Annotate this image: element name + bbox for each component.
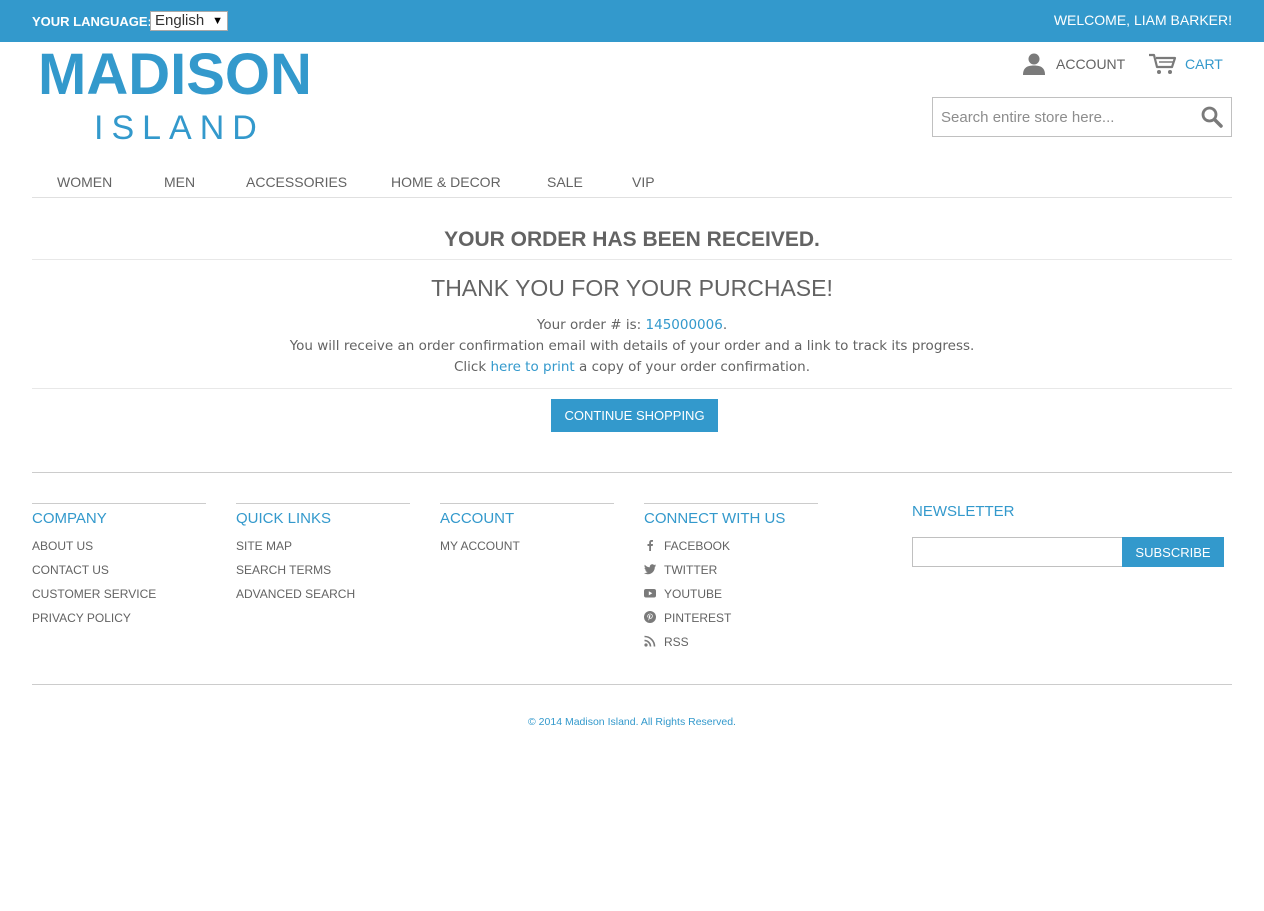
- newsletter-email-input[interactable]: [912, 537, 1123, 567]
- order-number-link[interactable]: 145000006: [646, 317, 723, 333]
- cart-label: CART: [1185, 56, 1223, 72]
- search-icon[interactable]: [1201, 106, 1223, 128]
- footer-connect-title: CONNECT WITH US: [644, 510, 786, 527]
- continue-shopping-button[interactable]: CONTINUE SHOPPING: [551, 399, 718, 432]
- footer-link-youtube[interactable]: YOUTUBE: [644, 586, 818, 610]
- facebook-icon: [647, 540, 653, 551]
- youtube-icon: [644, 589, 656, 598]
- rss-label: RSS: [664, 635, 689, 649]
- footer-link-site-map[interactable]: SITE MAP: [236, 538, 410, 562]
- divider: [32, 388, 1232, 389]
- page-title: YOUR ORDER HAS BEEN RECEIVED.: [444, 228, 820, 251]
- email-message: You will receive an order confirmation e…: [289, 338, 975, 354]
- footer-link-about-us[interactable]: ABOUT US: [32, 538, 206, 562]
- welcome-message: WELCOME, LIAM BARKER!: [1053, 12, 1232, 28]
- twitter-icon: [644, 564, 656, 575]
- footer-connect: CONNECT WITH US FACEBOOK TWITTER YOUTUBE…: [644, 503, 818, 658]
- footer-divider: [32, 684, 1232, 685]
- footer-quick-links: QUICK LINKS SITE MAP SEARCH TERMS ADVANC…: [236, 503, 410, 610]
- twitter-label: TWITTER: [664, 563, 718, 577]
- footer-link-my-account[interactable]: MY ACCOUNT: [440, 538, 614, 562]
- cart-link[interactable]: CART: [1148, 52, 1223, 76]
- footer-link-search-terms[interactable]: SEARCH TERMS: [236, 562, 410, 586]
- footer-quick-links-title: QUICK LINKS: [236, 510, 332, 527]
- footer-account: ACCOUNT MY ACCOUNT: [440, 503, 614, 562]
- top-bar: YOUR LANGUAGE: English ▼ WELCOME, LIAM B…: [0, 0, 1264, 42]
- language-label: YOUR LANGUAGE:: [32, 14, 152, 29]
- account-label: ACCOUNT: [1056, 56, 1126, 72]
- account-icon: [1023, 53, 1045, 75]
- dropdown-arrow-icon: ▼: [212, 15, 223, 27]
- footer-link-customer-service[interactable]: CUSTOMER SERVICE: [32, 586, 206, 610]
- nav-item-sale[interactable]: SALE: [547, 174, 583, 190]
- print-suffix: a copy of your order confirmation.: [574, 359, 810, 375]
- facebook-label: FACEBOOK: [664, 539, 731, 553]
- footer-link-facebook[interactable]: FACEBOOK: [644, 538, 818, 562]
- footer-divider: [32, 472, 1232, 473]
- footer-link-twitter[interactable]: TWITTER: [644, 562, 818, 586]
- footer-account-title: ACCOUNT: [440, 510, 515, 527]
- language-selected-value: English: [155, 12, 205, 29]
- order-number-line: Your order # is: 145000006.: [32, 317, 1232, 333]
- order-suffix: .: [722, 317, 728, 333]
- search-box: [932, 97, 1232, 137]
- print-link[interactable]: here to print: [490, 359, 574, 375]
- pinterest-icon: [644, 611, 656, 623]
- print-prefix: Click: [453, 359, 491, 375]
- nav-item-accessories[interactable]: ACCESSORIES: [246, 174, 347, 190]
- footer-link-rss[interactable]: RSS: [644, 634, 818, 658]
- print-line: Click here to print a copy of your order…: [32, 359, 1232, 375]
- logo-sub-text: ISLAND: [94, 109, 265, 147]
- account-link[interactable]: ACCOUNT: [1022, 52, 1125, 76]
- order-prefix: Your order # is:: [536, 317, 646, 333]
- subscribe-button[interactable]: SUBSCRIBE: [1122, 537, 1224, 567]
- footer-link-privacy-policy[interactable]: PRIVACY POLICY: [32, 610, 206, 634]
- divider: [32, 259, 1232, 260]
- nav-item-vip[interactable]: VIP: [632, 174, 655, 190]
- nav-item-home-decor[interactable]: HOME & DECOR: [391, 174, 501, 190]
- footer-company-title: COMPANY: [32, 510, 107, 527]
- page-subtitle: THANK YOU FOR YOUR PURCHASE!: [431, 275, 833, 301]
- footer-link-advanced-search[interactable]: ADVANCED SEARCH: [236, 586, 410, 610]
- rss-icon: [644, 635, 656, 647]
- nav-item-women[interactable]: WOMEN: [57, 174, 112, 190]
- search-input[interactable]: [933, 98, 1183, 136]
- nav-item-men[interactable]: MEN: [164, 174, 195, 190]
- logo-main-text: MADISON: [38, 42, 312, 107]
- youtube-label: YOUTUBE: [664, 587, 723, 601]
- main-nav: WOMEN MEN ACCESSORIES HOME & DECOR SALE …: [32, 164, 1232, 198]
- footer-company: COMPANY ABOUT US CONTACT US CUSTOMER SER…: [32, 503, 206, 634]
- language-select[interactable]: English ▼: [150, 11, 228, 31]
- newsletter-title: NEWSLETTER: [912, 503, 1015, 520]
- copyright: © 2014 Madison Island. All Rights Reserv…: [528, 716, 736, 728]
- cart-icon: [1149, 53, 1177, 74]
- footer-link-pinterest[interactable]: PINTEREST: [644, 610, 818, 634]
- pinterest-label: PINTEREST: [664, 611, 732, 625]
- footer-link-contact-us[interactable]: CONTACT US: [32, 562, 206, 586]
